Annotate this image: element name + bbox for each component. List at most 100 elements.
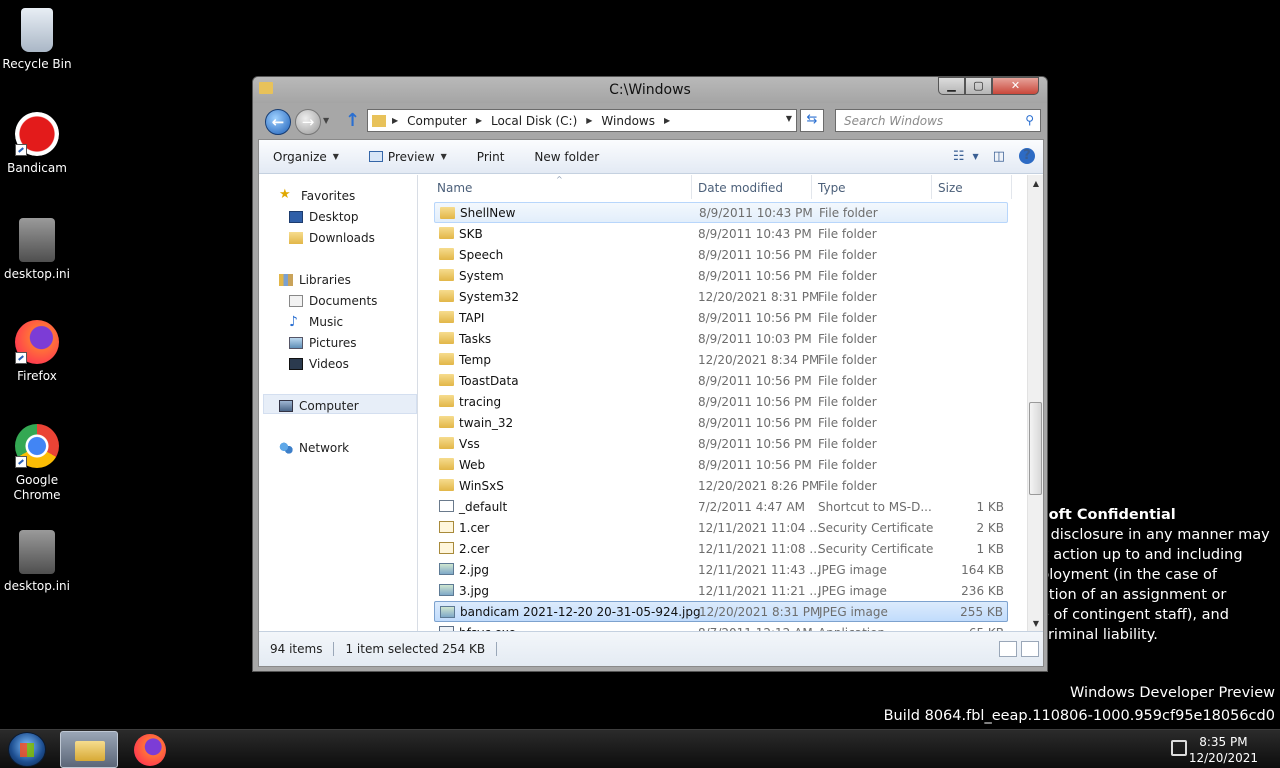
print-button[interactable]: Print	[477, 150, 505, 164]
image-file-icon	[439, 584, 454, 596]
file-type: File folder	[818, 457, 877, 472]
settings-file-icon	[19, 218, 55, 262]
network-icon	[279, 441, 293, 454]
watermark-line: ation of an assignment or	[1040, 587, 1227, 603]
preview-button[interactable]: Preview ▼	[368, 150, 447, 164]
file-row[interactable]: ShellNew 8/9/2011 10:43 PM File folder	[434, 202, 1008, 223]
file-row[interactable]: 2.cer 12/11/2021 11:08 ... Security Certif…	[434, 538, 1008, 559]
chevron-down-icon[interactable]: ▼	[786, 114, 792, 123]
file-type: File folder	[818, 436, 877, 451]
column-name[interactable]: Name	[437, 181, 472, 195]
forward-button[interactable]: →	[295, 109, 321, 135]
navpane-item-libraries[interactable]: Libraries	[279, 269, 351, 290]
navpane-item-network[interactable]: Network	[279, 437, 349, 458]
desktop-icon-desktop-ini-1[interactable]: desktop.ini	[2, 218, 72, 282]
file-row[interactable]: 3.jpg 12/11/2021 11:21 ... JPEG image 236 K…	[434, 580, 1008, 601]
search-icon[interactable]: ⚲	[1025, 113, 1034, 127]
navpane-item-favorites[interactable]: ★ Favorites	[279, 185, 355, 206]
new-folder-button[interactable]: New folder	[534, 150, 599, 164]
scroll-down-arrow-icon[interactable]: ▼	[1028, 615, 1043, 632]
breadcrumb-windows[interactable]: Windows	[601, 114, 655, 128]
file-row[interactable]: tracing 8/9/2011 10:56 PM File folder	[434, 391, 1008, 412]
desktop-icon-desktop-ini-2[interactable]: desktop.ini	[2, 530, 72, 594]
change-view-icon[interactable]: ☷	[953, 149, 965, 164]
file-row[interactable]: SKB 8/9/2011 10:43 PM File folder	[434, 223, 1008, 244]
desktop-icon-bandicam[interactable]: Bandicam	[2, 112, 72, 176]
preview-pane-icon[interactable]: ◫	[993, 149, 1005, 164]
vertical-scrollbar[interactable]: ▲ ▼	[1027, 175, 1043, 632]
chevron-right-icon[interactable]: ▶	[476, 116, 482, 125]
column-type[interactable]: Type	[818, 181, 846, 195]
file-row[interactable]: ToastData 8/9/2011 10:56 PM File folder	[434, 370, 1008, 391]
file-date-modified: 12/20/2021 8:26 PM	[698, 478, 820, 493]
desktop-icon-recycle-bin[interactable]: Recycle Bin	[2, 8, 72, 72]
file-row[interactable]: Web 8/9/2011 10:56 PM File folder	[434, 454, 1008, 475]
column-date-modified[interactable]: Date modified	[698, 181, 783, 195]
scroll-up-arrow-icon[interactable]: ▲	[1028, 175, 1043, 192]
file-row[interactable]: Speech 8/9/2011 10:56 PM File folder	[434, 244, 1008, 265]
system-clock[interactable]: 8:35 PM 12/20/2021	[1189, 734, 1258, 766]
chevron-right-icon[interactable]: ▶	[664, 116, 670, 125]
chevron-right-icon[interactable]: ▶	[586, 116, 592, 125]
desktop-icon-chrome[interactable]: Google Chrome	[2, 424, 72, 503]
maximize-button[interactable]: ▢	[965, 77, 992, 95]
file-row[interactable]: System32 12/20/2021 8:31 PM File folder	[434, 286, 1008, 307]
file-row[interactable]: System 8/9/2011 10:56 PM File folder	[434, 265, 1008, 286]
column-divider[interactable]	[811, 175, 812, 199]
folder-icon	[372, 114, 386, 127]
up-arrow-icon[interactable]: ↑	[345, 110, 360, 131]
file-date-modified: 8/9/2011 10:56 PM	[698, 394, 812, 409]
recent-pages-dropdown-icon[interactable]: ▼	[323, 116, 329, 125]
large-icons-view-icon[interactable]	[1021, 641, 1039, 657]
music-note-icon: ♪	[289, 313, 298, 330]
file-date-modified: 12/11/2021 11:21 ...	[698, 583, 821, 598]
help-icon[interactable]: ?	[1019, 148, 1035, 164]
back-button[interactable]: ←	[265, 109, 291, 135]
breadcrumb-computer[interactable]: Computer	[407, 114, 467, 128]
minimize-button[interactable]: ▁	[938, 77, 965, 95]
column-divider[interactable]	[931, 175, 932, 199]
file-date-modified: 12/20/2021 8:31 PM	[699, 604, 821, 619]
column-divider[interactable]	[691, 175, 692, 199]
navpane-item-computer[interactable]: Computer	[279, 395, 359, 416]
refresh-button[interactable]: ⇆	[800, 109, 824, 132]
file-row[interactable]: _default 7/2/2011 4:47 AM Shortcut to MS-D…	[434, 496, 1008, 517]
navpane-item-documents[interactable]: Documents	[289, 290, 377, 311]
file-row[interactable]: 2.jpg 12/11/2021 11:43 ... JPEG image 164 K…	[434, 559, 1008, 580]
file-row[interactable]: 1.cer 12/11/2021 11:04 ... Security Certif…	[434, 517, 1008, 538]
close-button[interactable]: ✕	[992, 77, 1039, 95]
file-row[interactable]: TAPI 8/9/2011 10:56 PM File folder	[434, 307, 1008, 328]
breadcrumb-local-disk[interactable]: Local Disk (C:)	[491, 114, 577, 128]
file-row[interactable]: bandicam 2021-12-20 20-31-05-924.jpg 12/2…	[434, 601, 1008, 622]
navpane-item-videos[interactable]: Videos	[289, 353, 349, 374]
file-row[interactable]: Temp 12/20/2021 8:34 PM File folder	[434, 349, 1008, 370]
pictures-icon	[289, 336, 303, 349]
address-bar[interactable]: ▶ Computer ▶ Local Disk (C:) ▶ Windows ▶…	[367, 109, 797, 132]
taskbar-firefox-icon[interactable]	[134, 734, 166, 766]
file-row[interactable]: Tasks 8/9/2011 10:03 PM File folder	[434, 328, 1008, 349]
file-row[interactable]: WinSxS 12/20/2021 8:26 PM File folder	[434, 475, 1008, 496]
navpane-item-downloads[interactable]: Downloads	[289, 227, 375, 248]
file-name: Speech	[459, 247, 504, 262]
details-view-icon[interactable]	[999, 641, 1017, 657]
image-file-icon	[440, 606, 455, 618]
search-input[interactable]: Search Windows ⚲	[835, 109, 1041, 132]
column-divider[interactable]	[1011, 175, 1012, 199]
network-tray-icon[interactable]	[1171, 740, 1187, 756]
column-size[interactable]: Size	[938, 181, 963, 195]
shortcut-overlay-icon	[15, 456, 27, 468]
file-row[interactable]: Vss 8/9/2011 10:56 PM File folder	[434, 433, 1008, 454]
chevron-right-icon[interactable]: ▶	[392, 116, 398, 125]
navpane-item-desktop[interactable]: Desktop	[289, 206, 359, 227]
desktop-icon-firefox[interactable]: Firefox	[2, 320, 72, 384]
organize-button[interactable]: Organize ▼	[273, 150, 339, 164]
taskbar-explorer-button[interactable]	[60, 731, 118, 768]
chevron-down-icon[interactable]: ▼	[973, 152, 979, 161]
navpane-item-music[interactable]: ♪ Music	[289, 311, 343, 332]
navpane-item-pictures[interactable]: Pictures	[289, 332, 357, 353]
file-row[interactable]: twain_32 8/9/2011 10:56 PM File folder	[434, 412, 1008, 433]
file-date-modified: 12/11/2021 11:04 ...	[698, 520, 821, 535]
title-bar[interactable]: C:\Windows ▁ ▢ ✕	[253, 77, 1047, 103]
scrollbar-thumb[interactable]	[1029, 402, 1042, 495]
start-button[interactable]	[8, 732, 46, 767]
